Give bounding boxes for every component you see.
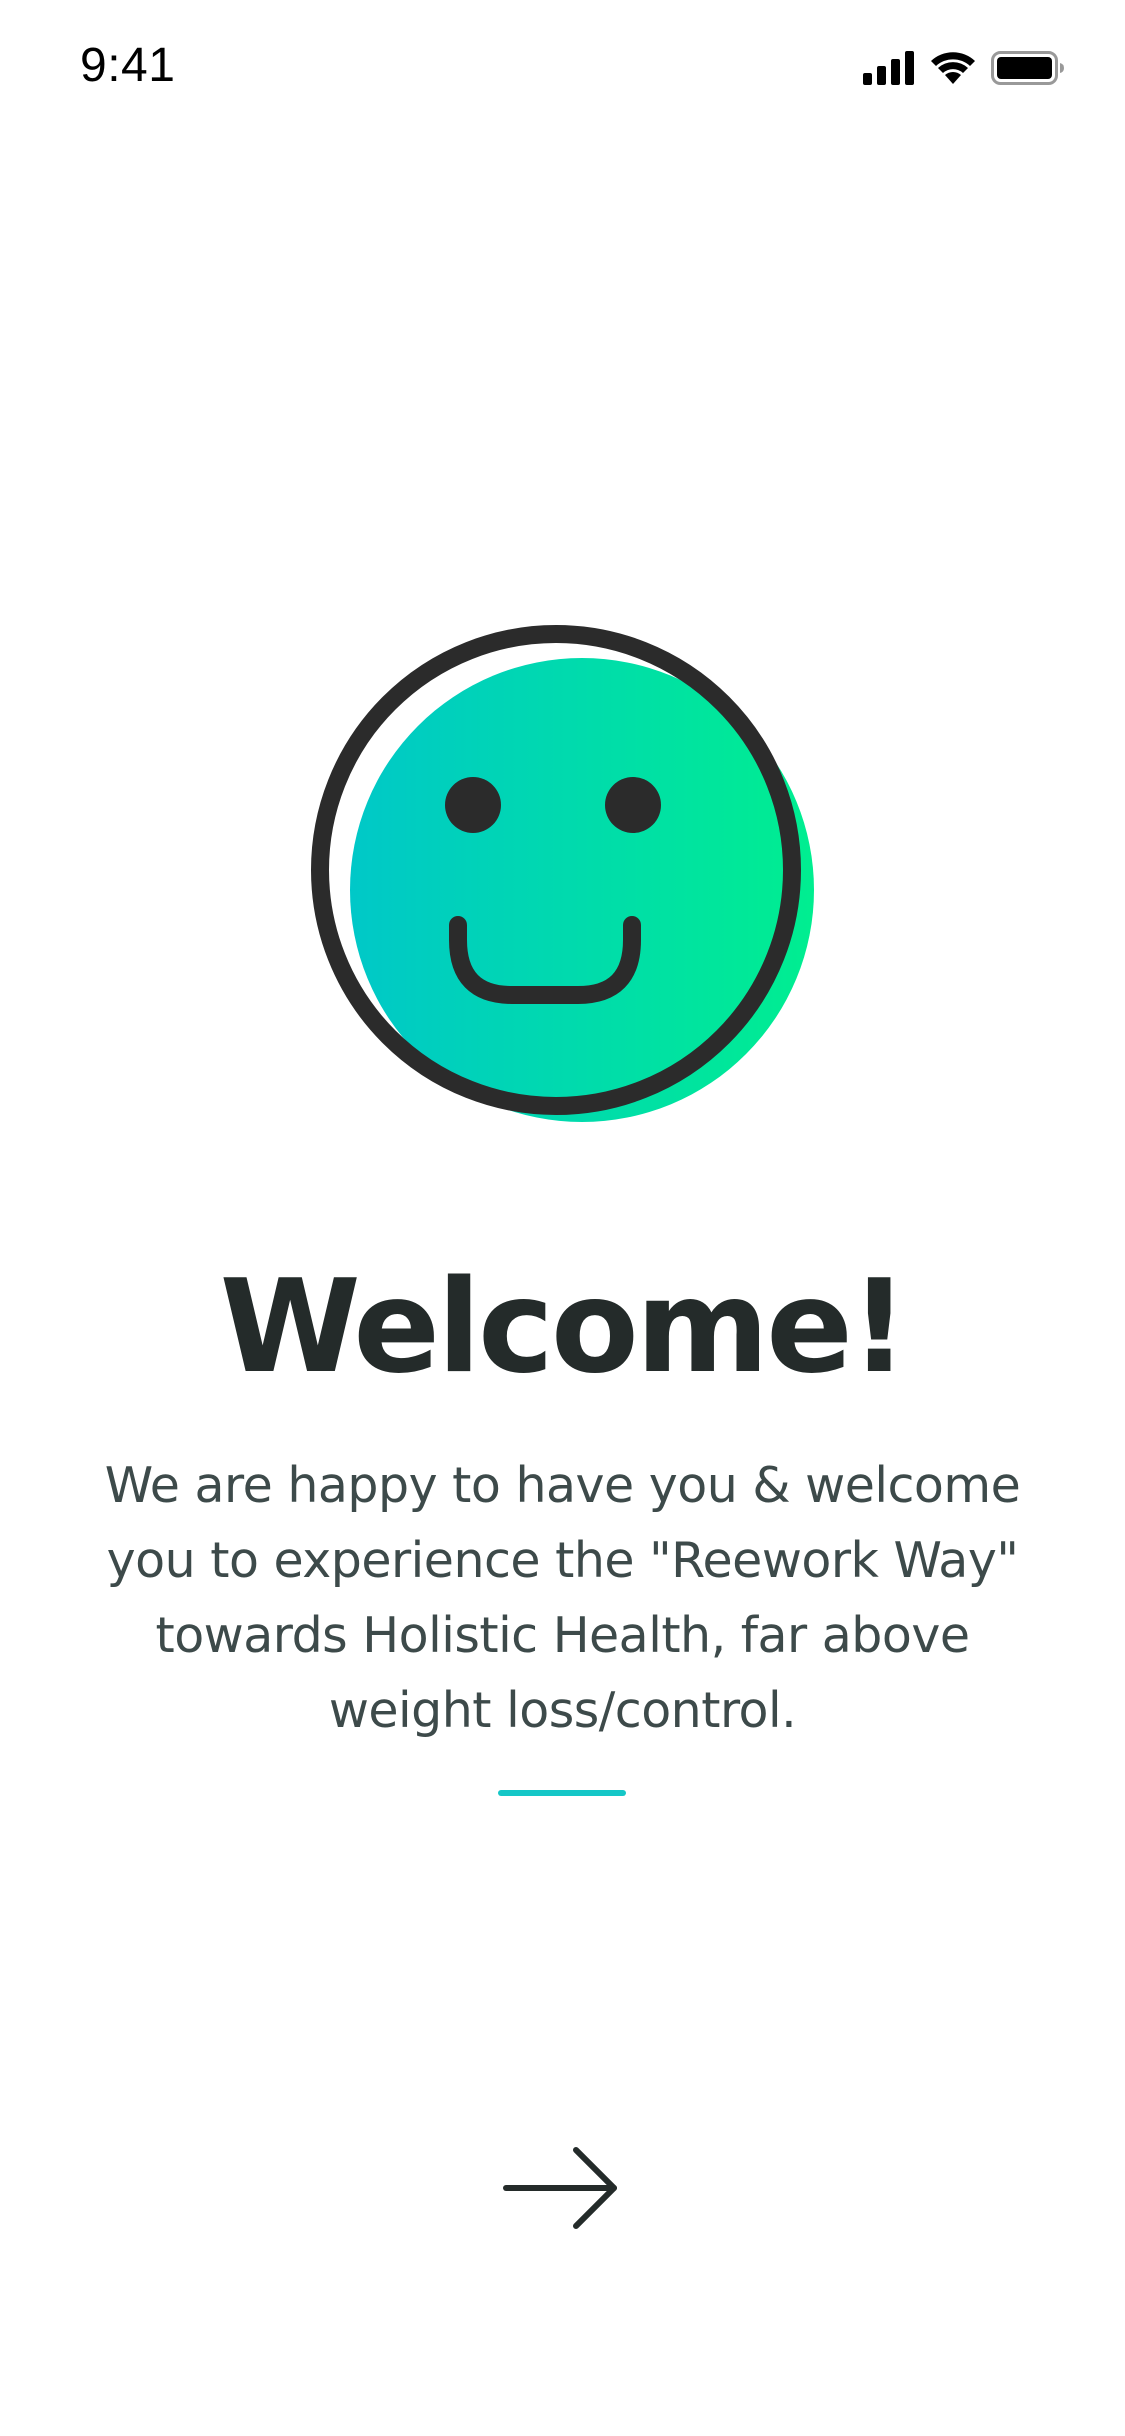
status-time: 9:41 — [80, 39, 176, 92]
wifi-icon — [929, 51, 977, 85]
battery-icon — [991, 51, 1065, 85]
status-icons — [863, 48, 1065, 88]
welcome-message-line: weight loss/control. — [328, 1682, 797, 1739]
status-bar: 9:41 — [0, 0, 1125, 132]
accent-divider — [498, 1790, 626, 1796]
welcome-message: We are happy to have you & welcome you t… — [90, 1448, 1035, 1748]
smiley-left-eye — [445, 777, 501, 833]
smiley-right-eye — [605, 777, 661, 833]
welcome-message-line: towards Holistic Health, far above — [155, 1607, 970, 1664]
cellular-signal-icon — [863, 51, 915, 85]
welcome-title: Welcome! — [219, 1253, 909, 1402]
next-button[interactable] — [492, 2130, 632, 2250]
welcome-message-line: you to experience the "Reework Way" — [106, 1532, 1019, 1589]
smiley-face-icon — [300, 620, 830, 1140]
arrow-right-icon — [502, 2146, 622, 2235]
welcome-message-line: We are happy to have you & welcome — [104, 1457, 1021, 1514]
